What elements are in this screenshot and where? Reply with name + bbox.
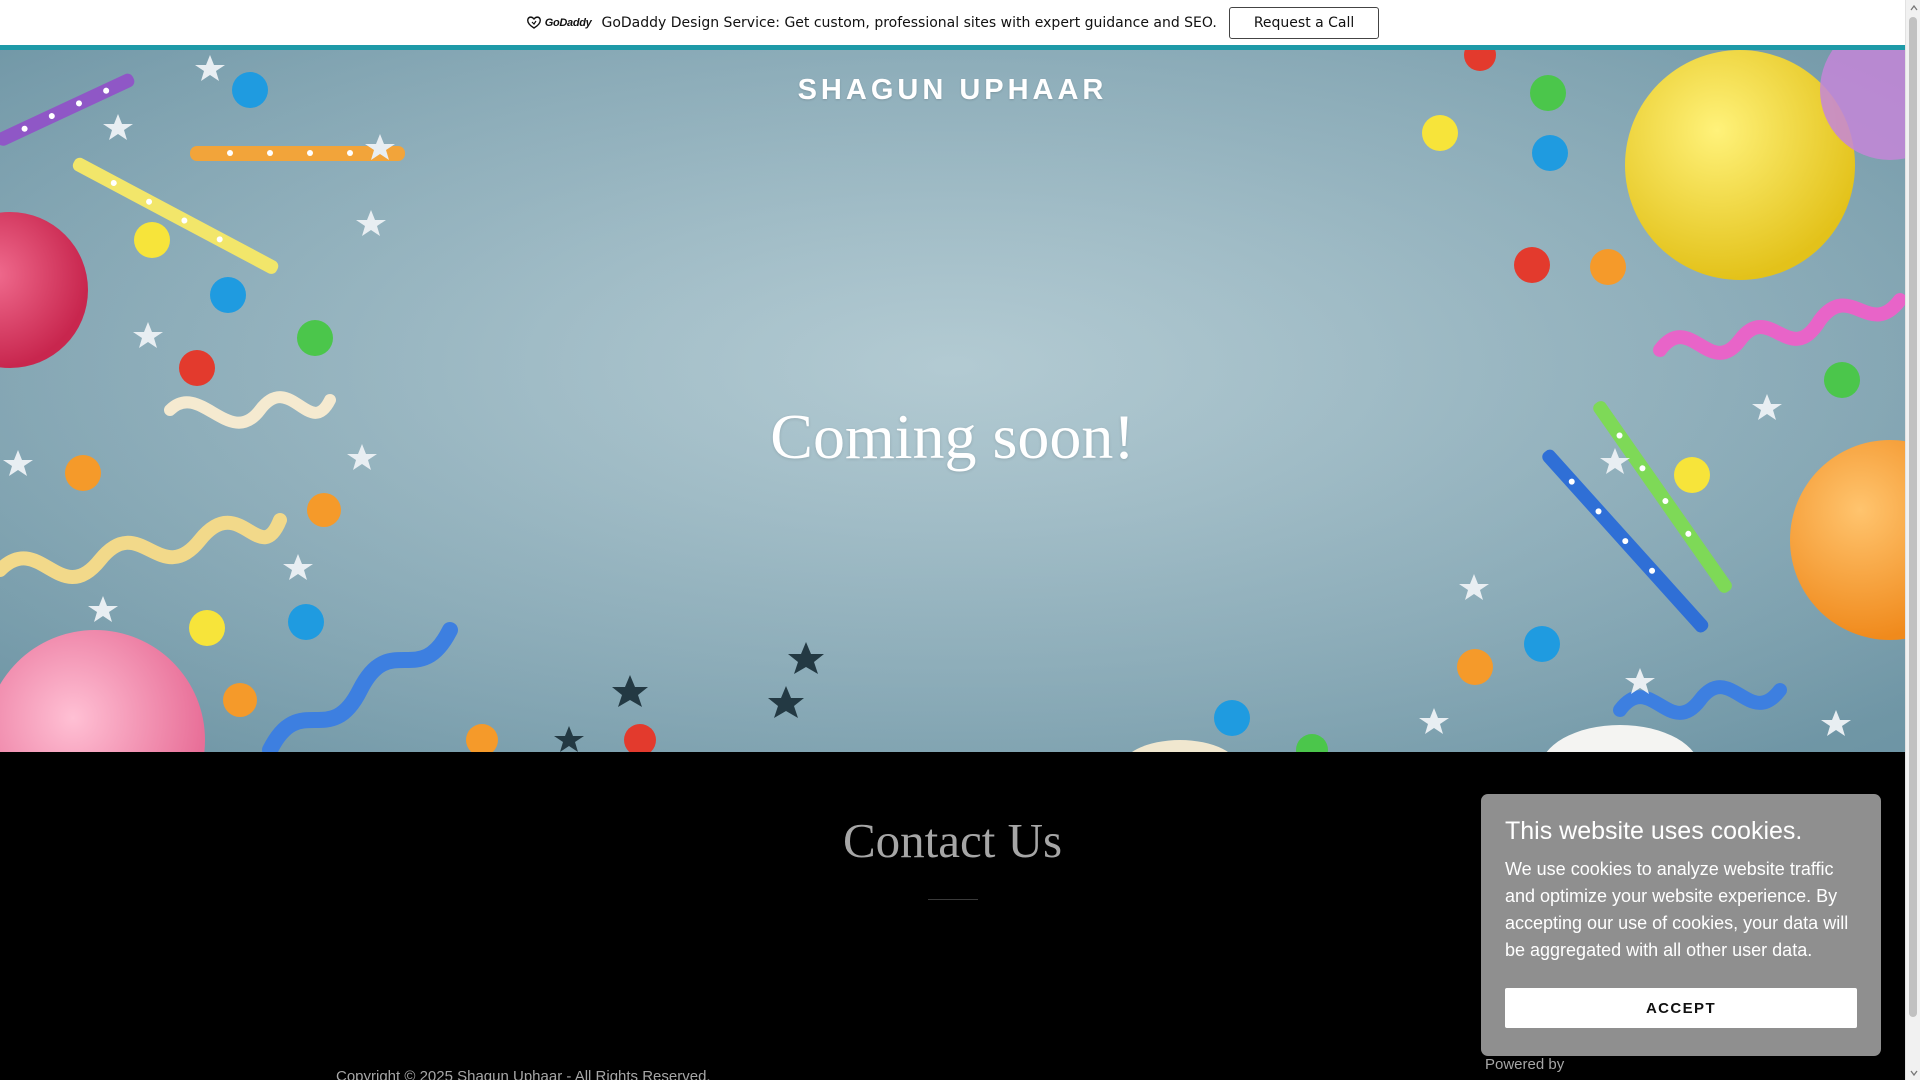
powered-by-text: Powered by xyxy=(1485,1056,1565,1073)
coming-soon-heading: Coming soon! xyxy=(770,401,1135,472)
promo-message: GoDaddy Design Service: Get custom, prof… xyxy=(601,14,1217,31)
cookie-title: This website uses cookies. xyxy=(1505,817,1803,845)
cookie-message: We use cookies to analyze website traffi… xyxy=(1505,859,1849,960)
request-call-button[interactable]: Request a Call xyxy=(1228,6,1380,39)
vertical-scrollbar[interactable] xyxy=(1905,0,1920,1080)
godaddy-logo-text: GoDaddy xyxy=(544,16,592,29)
scrollbar-thumb[interactable] xyxy=(1909,17,1917,1017)
godaddy-logo: GoDaddy xyxy=(526,16,592,29)
accept-cookies-button[interactable]: ACCEPT xyxy=(1505,988,1857,1028)
scroll-down-arrow-icon[interactable] xyxy=(1906,1065,1920,1080)
cookie-consent-dialog: This website uses cookies. We use cookie… xyxy=(1481,794,1881,1056)
promo-banner: GoDaddy GoDaddy Design Service: Get cust… xyxy=(0,0,1905,45)
scroll-up-arrow-icon[interactable] xyxy=(1906,0,1920,15)
copyright-text: Copyright © 2025 Shagun Uphaar - All Rig… xyxy=(336,1068,711,1080)
hero-section: SHAGUN UPHAAR Coming soon! xyxy=(0,50,1905,752)
site-title[interactable]: SHAGUN UPHAAR xyxy=(0,74,1905,107)
godaddy-logo-icon xyxy=(526,16,541,29)
page: GoDaddy GoDaddy Design Service: Get cust… xyxy=(0,0,1905,1080)
section-divider xyxy=(928,899,978,900)
